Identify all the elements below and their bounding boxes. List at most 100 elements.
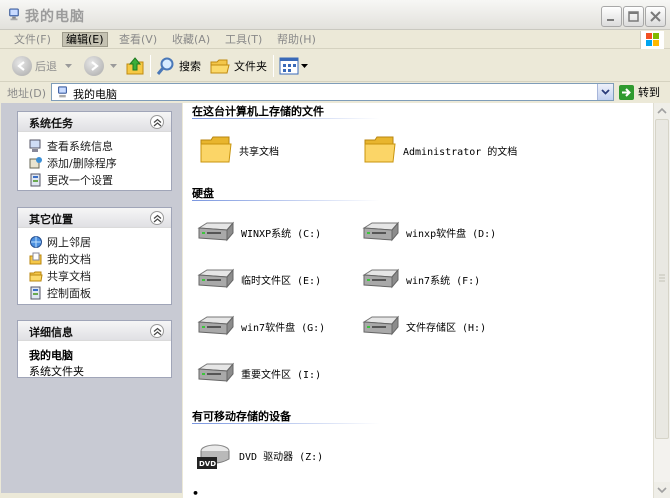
explorer-window: 我的电脑 文件(F) 编辑(E) 查看(V) 收藏(A) 工具(T) 帮助(H) <box>0 0 670 498</box>
task-change-setting[interactable]: 更改一个设置 <box>29 171 171 188</box>
drive-label: 临时文件区 (E:) <box>241 275 322 287</box>
views-button[interactable] <box>279 54 308 78</box>
details-header[interactable]: 详细信息 <box>18 321 171 341</box>
hard-drive[interactable]: 重要文件区 (I:) <box>195 355 321 391</box>
group-header-removable: 有可移动存储的设备 <box>192 410 291 423</box>
task-pane: 系统任务 查看系统信息 添加/删除程序 更改一个设置 其它位置 网上邻居 我的文… <box>1 103 182 493</box>
task-add-remove-programs[interactable]: 添加/删除程序 <box>29 154 171 171</box>
menu-view[interactable]: 查看(V) <box>116 32 160 47</box>
folder-label: 共享文档 <box>239 146 279 158</box>
menu-file[interactable]: 文件(F) <box>11 32 54 47</box>
close-button[interactable] <box>645 6 666 27</box>
windows-logo <box>640 31 664 49</box>
collapse-icon[interactable] <box>150 115 164 129</box>
hard-drive[interactable]: winxp软件盘 (D:) <box>360 214 496 250</box>
toolbar-separator <box>150 55 151 77</box>
hard-drive[interactable]: win7系统 (F:) <box>360 261 480 297</box>
up-folder-button[interactable] <box>124 54 146 78</box>
task-view-system-info[interactable]: 查看系统信息 <box>29 137 171 154</box>
place-control-panel[interactable]: 控制面板 <box>29 284 171 301</box>
search-button[interactable]: 搜索 <box>156 54 201 78</box>
details-title: 详细信息 <box>29 326 73 339</box>
scroll-thumb[interactable] <box>655 119 669 439</box>
go-button[interactable]: 转到 <box>619 84 660 100</box>
other-places-title: 其它位置 <box>29 213 73 226</box>
task-label: 更改一个设置 <box>47 173 113 187</box>
back-arrow-icon <box>12 56 32 76</box>
vertical-scrollbar[interactable] <box>653 103 670 498</box>
dvd-drive[interactable]: DVD DVD 驱动器 (Z:) <box>195 437 323 473</box>
system-tasks-panel: 系统任务 查看系统信息 添加/删除程序 更改一个设置 <box>17 111 172 191</box>
folder-icon <box>200 136 232 163</box>
title-bar[interactable]: 我的电脑 <box>0 0 670 30</box>
details-name: 我的电脑 <box>29 349 73 362</box>
folder-icon <box>364 136 396 163</box>
forward-button[interactable] <box>84 54 117 78</box>
address-dropdown-button[interactable] <box>597 84 613 100</box>
place-my-documents[interactable]: 我的文档 <box>29 250 171 267</box>
scroll-up-button[interactable] <box>654 103 670 119</box>
drive-label: DVD 驱动器 (Z:) <box>239 451 324 463</box>
drive-label: WINXP系统 (C:) <box>241 228 322 240</box>
place-label: 共享文档 <box>47 269 91 283</box>
other-places-header[interactable]: 其它位置 <box>18 208 171 228</box>
maximize-icon <box>628 11 639 22</box>
address-label: 地址(D) <box>7 87 47 100</box>
place-network[interactable]: 网上邻居 <box>29 233 171 250</box>
group-header-partial: • <box>192 487 200 498</box>
back-button[interactable]: 后退 <box>12 54 72 78</box>
network-icon <box>30 235 42 248</box>
grip-icon <box>659 274 665 282</box>
menu-tools[interactable]: 工具(T) <box>222 32 265 47</box>
collapse-icon[interactable] <box>150 324 164 338</box>
folder-admin-documents[interactable]: Administrator 的文档 <box>363 132 517 168</box>
windows-flag-icon <box>646 33 659 46</box>
hard-drive-icon <box>197 268 235 289</box>
toolbar: 后退 搜索 文件夹 <box>0 50 670 82</box>
go-label: 转到 <box>638 86 660 99</box>
menu-favorites[interactable]: 收藏(A) <box>169 32 213 47</box>
hard-drive[interactable]: WINXP系统 (C:) <box>195 214 321 250</box>
back-dropdown-icon[interactable] <box>65 63 72 69</box>
drive-label: 文件存储区 (H:) <box>406 322 487 334</box>
chevron-up-icon <box>657 107 667 114</box>
go-arrow-icon <box>619 84 634 100</box>
address-input[interactable]: 我的电脑 <box>51 83 614 101</box>
address-bar: 地址(D) 我的电脑 转到 <box>0 82 670 102</box>
hard-drive-icon <box>362 221 400 242</box>
up-folder-icon <box>126 57 144 75</box>
folder-shared-documents[interactable]: 共享文档 <box>199 132 279 168</box>
documents-icon <box>29 252 42 264</box>
hard-drive[interactable]: 文件存储区 (H:) <box>360 308 486 344</box>
group-header-stored-files: 在这台计算机上存储的文件 <box>192 105 324 118</box>
details-panel: 详细信息 我的电脑 系统文件夹 <box>17 320 172 378</box>
details-type: 系统文件夹 <box>29 365 84 378</box>
control-panel-icon <box>30 286 41 299</box>
forward-dropdown-icon[interactable] <box>110 63 117 69</box>
system-tasks-header[interactable]: 系统任务 <box>18 112 171 132</box>
menu-edit[interactable]: 编辑(E) <box>62 32 108 47</box>
hard-drive[interactable]: 临时文件区 (E:) <box>195 261 321 297</box>
place-shared-documents[interactable]: 共享文档 <box>29 267 171 284</box>
window-title: 我的电脑 <box>25 9 85 25</box>
group-divider <box>192 118 380 119</box>
back-label: 后退 <box>35 60 57 73</box>
search-icon <box>156 57 174 75</box>
views-dropdown-icon <box>301 63 308 68</box>
hard-drive-icon <box>197 315 235 336</box>
menu-help[interactable]: 帮助(H) <box>274 32 319 47</box>
chevron-down-icon <box>601 89 610 95</box>
scroll-down-button[interactable] <box>654 482 670 498</box>
control-panel-icon <box>30 173 41 186</box>
dvd-drive-icon: DVD <box>197 444 230 469</box>
maximize-button[interactable] <box>623 6 644 27</box>
hard-drive-icon <box>197 362 235 383</box>
system-info-icon <box>29 139 41 152</box>
hard-drive[interactable]: win7软件盘 (G:) <box>195 308 325 344</box>
minimize-button[interactable] <box>601 6 622 27</box>
computer-icon <box>9 8 19 21</box>
folders-button[interactable]: 文件夹 <box>209 54 267 78</box>
group-divider <box>192 200 380 201</box>
search-label: 搜索 <box>179 60 201 73</box>
collapse-icon[interactable] <box>150 211 164 225</box>
